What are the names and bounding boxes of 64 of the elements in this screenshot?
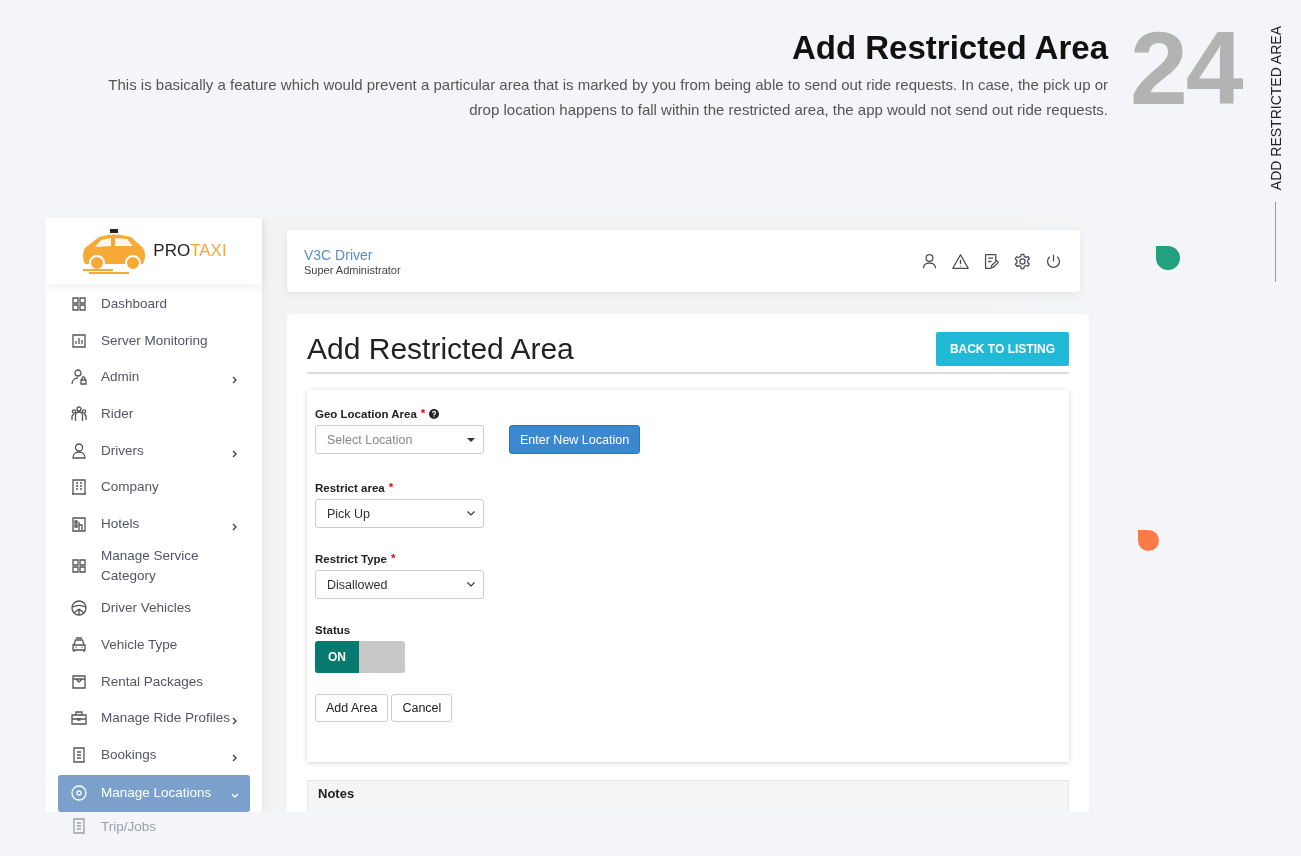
sidebar-item[interactable]: Driver Vehicles [58,590,250,627]
user-icon[interactable] [921,252,938,270]
enter-new-location-button[interactable]: Enter New Location [509,425,641,454]
sidebar-item[interactable]: Manage Service Category [58,542,250,591]
pin-icon [71,785,87,802]
add-area-button[interactable]: Add Area [315,694,389,722]
sidebar-item[interactable]: Hotels [58,505,250,543]
drop-shape-icon [1138,530,1159,551]
list-icon [71,818,87,834]
page-title: Add Restricted Area [307,332,574,366]
sidebar-item[interactable]: Admin [58,359,250,396]
sidebar-item: Trip/Jobs [71,818,1250,834]
help-icon[interactable] [429,409,440,419]
sidebar-item[interactable]: Server Monitoring [58,322,250,360]
section-title: Add Restricted Area [790,28,1108,68]
list-icon [71,746,87,763]
section-side-label: ADD RESTRICTED AREA [1267,26,1284,191]
field-label: Geo Location Area [315,408,417,420]
required-mark: * [420,407,426,419]
section-number: 24 [1130,24,1244,112]
sidebar-item[interactable]: Dashboard [58,286,250,323]
taxi-car-logo [81,228,148,274]
required-mark: * [391,552,396,564]
sidebar-item[interactable]: Company [58,468,250,506]
drop-shape-icon [1156,246,1180,270]
package-icon [71,673,87,690]
group-icon [71,406,87,423]
sidebar-item[interactable]: Vehicle Type [58,626,250,664]
sidebar-item[interactable]: Bookings [58,736,250,774]
field-label: Status [315,624,351,636]
chevron-down-icon [467,582,475,587]
edit-note-icon[interactable] [983,252,1000,270]
hotel-icon [71,515,87,532]
user-name[interactable]: V3C Driver [304,246,401,263]
select-field[interactable]: Disallowed [315,570,484,599]
location-dropdown[interactable]: Select Location [315,425,484,454]
sidebar-item[interactable]: Rider [58,395,250,433]
user-icon [71,442,87,459]
notes-title: Notes [318,786,355,801]
steering-wheel-icon [71,600,87,617]
logo-text: PROTAXI [153,241,227,261]
section-description: This is basically a feature which would prevent a particular area that is marked by you from being able to send out ride requests. In case, the pick up or drop location happens to fall within the restricted area, the app would not send out ride requests. [107,75,1108,120]
settings-icon[interactable] [1014,252,1031,270]
user-lock-icon [71,369,87,386]
sidebar-item[interactable]: Manage Ride Profiles [58,699,250,737]
sidebar-item[interactable]: Drivers [58,432,250,469]
chevron-down-icon [467,511,475,516]
user-role: Super Administrator [304,263,401,276]
grid-icon [71,558,87,575]
power-icon[interactable] [1045,252,1062,270]
status-toggle[interactable]: ON [315,641,405,673]
field-label: Restrict area [315,482,385,494]
car-icon [71,637,87,654]
sidebar-item[interactable]: Rental Packages [58,663,250,700]
warning-icon[interactable] [952,252,969,270]
field-label: Restrict Type [315,553,387,565]
building-icon [71,479,87,496]
chart-icon [71,332,87,349]
required-mark: * [388,481,394,493]
cancel-button[interactable]: Cancel [391,694,453,722]
briefcase-icon [71,710,87,727]
caret-icon [467,437,475,442]
select-field[interactable]: Pick Up [315,499,484,528]
grid-icon [71,296,87,313]
